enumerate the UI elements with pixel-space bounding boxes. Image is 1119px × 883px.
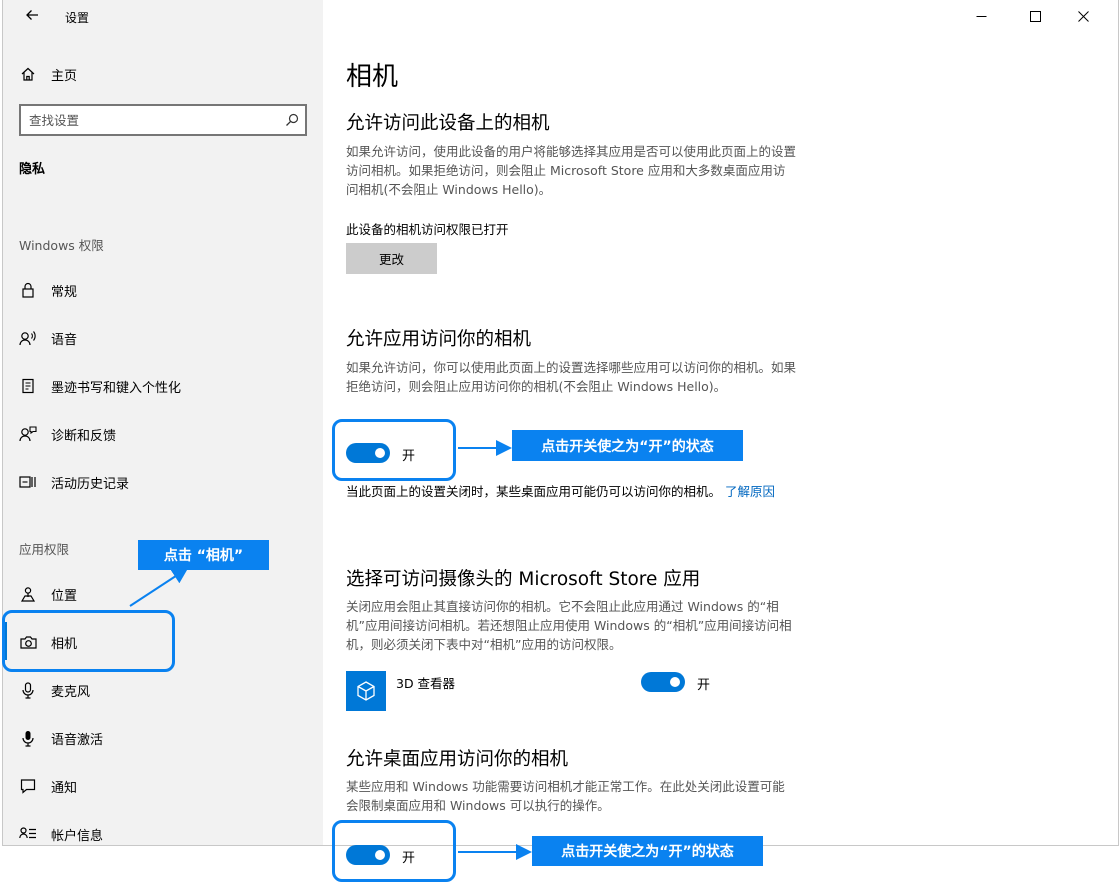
change-button[interactable]: 更改	[346, 243, 437, 274]
app-access-note-text: 当此页面上的设置关闭时，某些桌面应用可能仍可以访问你的相机。	[346, 484, 722, 499]
search-box[interactable]	[19, 104, 307, 136]
sidebar-item-activity-history[interactable]: 活动历史记录	[3, 462, 323, 502]
camera-highlight-box	[2, 610, 175, 672]
app-name-3d-viewer: 3D 查看器	[396, 676, 456, 691]
window-title: 设置	[65, 11, 90, 25]
desktop-apps-heading: 允许桌面应用访问你的相机	[346, 749, 569, 770]
speech-icon	[19, 329, 37, 347]
activity-icon	[19, 473, 37, 491]
group-heading-windows-permissions: Windows 权限	[19, 238, 104, 253]
back-arrow-icon	[26, 10, 38, 20]
account-info-icon	[19, 825, 37, 843]
learn-more-link[interactable]: 了解原因	[725, 484, 775, 499]
back-button[interactable]	[21, 6, 43, 28]
search-icon[interactable]	[285, 113, 299, 127]
sidebar-item-home[interactable]: 主页	[3, 54, 323, 94]
feedback-icon	[19, 425, 37, 443]
sidebar-item-label: 通知	[51, 780, 78, 796]
sidebar-item-label: 麦克风	[51, 684, 91, 700]
app-access-note: 当此页面上的设置关闭时，某些桌面应用可能仍可以访问你的相机。 了解原因	[346, 482, 796, 501]
toggle-highlight-box-2	[332, 820, 456, 882]
lock-icon	[19, 281, 37, 299]
notification-icon	[19, 777, 37, 795]
sidebar-item-account-info[interactable]: 帐户信息	[3, 814, 323, 845]
sidebar-item-label: 位置	[51, 588, 78, 604]
sidebar: 设置 主页 隐私 Windows 权限 常规 语音 墨迹书写和键入个性化 诊断和…	[3, 0, 323, 845]
sidebar-item-microphone[interactable]: 麦克风	[3, 670, 323, 710]
minimize-button[interactable]	[958, 0, 1004, 32]
close-icon	[1077, 10, 1089, 22]
maximize-button[interactable]	[1012, 0, 1058, 32]
sidebar-item-location[interactable]: 位置	[3, 574, 323, 614]
sidebar-item-speech[interactable]: 语音	[3, 318, 323, 358]
sidebar-item-label: 帐户信息	[51, 828, 104, 844]
sidebar-item-label: 活动历史记录	[51, 476, 130, 492]
sidebar-item-general[interactable]: 常规	[3, 270, 323, 310]
sidebar-item-notifications[interactable]: 通知	[3, 766, 323, 806]
3d-viewer-toggle[interactable]	[641, 672, 685, 692]
annotation-toggle-on-2: 点击开关使之为“开”的状态	[532, 836, 763, 866]
page-title: 相机	[346, 62, 399, 92]
microphone-icon	[19, 681, 37, 699]
sidebar-item-label: 主页	[51, 68, 78, 84]
section-title: 隐私	[19, 162, 46, 177]
search-input[interactable]	[21, 106, 261, 134]
annotation-toggle-on-1: 点击开关使之为“开”的状态	[512, 430, 743, 461]
sidebar-item-label: 常规	[51, 284, 78, 300]
app-access-description: 如果允许访问，你可以使用此页面上的设置选择哪些应用可以访问你的相机。如果拒绝访问…	[346, 360, 797, 394]
sidebar-item-voice-activation[interactable]: 语音激活	[3, 718, 323, 758]
store-apps-description: 关闭应用会阻止其直接访问你的相机。它不会阻止此应用通过 Windows 的“相机…	[346, 599, 792, 652]
sidebar-item-label: 语音激活	[51, 732, 104, 748]
close-button[interactable]	[1060, 0, 1106, 32]
cube-icon	[357, 681, 375, 701]
store-apps-heading: 选择可访问摄像头的 Microsoft Store 应用	[346, 569, 701, 590]
3d-viewer-toggle-state: 开	[697, 678, 711, 693]
sidebar-item-inking[interactable]: 墨迹书写和键入个性化	[3, 366, 323, 406]
app-tile-3d-viewer	[346, 671, 386, 711]
ink-icon	[19, 377, 37, 395]
location-icon	[19, 585, 37, 603]
group-heading-app-permissions: 应用权限	[19, 542, 70, 557]
desktop-apps-description: 某些应用和 Windows 功能需要访问相机才能正常工作。在此处关闭此设置可能会…	[346, 779, 785, 813]
sidebar-item-label: 语音	[51, 332, 78, 348]
sidebar-item-label: 墨迹书写和键入个性化	[51, 380, 182, 396]
voice-activation-icon	[19, 729, 37, 747]
home-icon	[19, 65, 37, 83]
device-access-heading: 允许访问此设备上的相机	[346, 113, 550, 134]
annotation-click-camera: 点击 “相机”	[138, 540, 269, 570]
minimize-icon	[976, 15, 986, 17]
sidebar-item-label: 诊断和反馈	[51, 428, 117, 444]
maximize-icon	[1029, 10, 1041, 22]
device-access-description: 如果允许访问，使用此设备的用户将能够选择其应用是否可以使用此页面上的设置访问相机…	[346, 144, 797, 197]
toggle-knob	[670, 677, 680, 687]
device-access-status: 此设备的相机访问权限已打开	[346, 222, 509, 237]
sidebar-item-diagnostics[interactable]: 诊断和反馈	[3, 414, 323, 454]
window-controls	[958, 0, 1118, 32]
app-access-heading: 允许应用访问你的相机	[346, 329, 532, 350]
toggle-highlight-box-1	[332, 419, 456, 481]
